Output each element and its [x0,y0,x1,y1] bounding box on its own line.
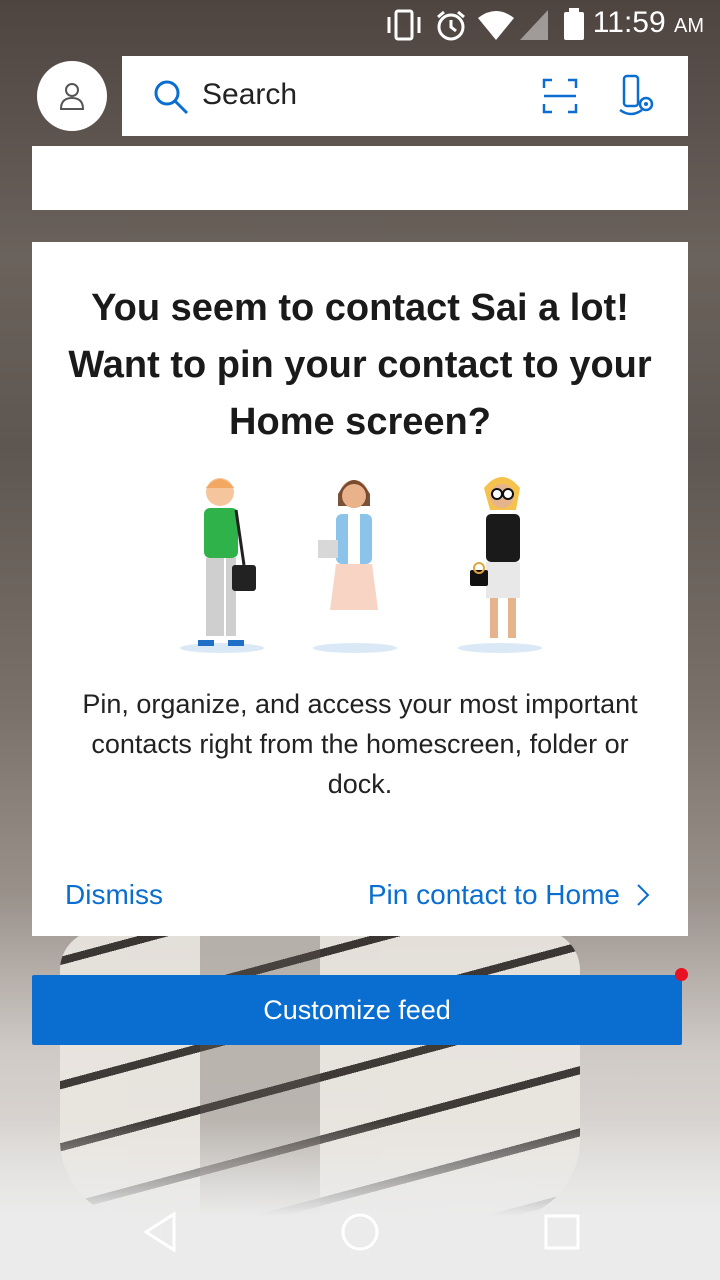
notification-dot [675,968,688,981]
pin-contact-label: Pin contact to Home [367,879,620,910]
recents-icon[interactable] [540,1210,584,1254]
person-icon [59,83,85,110]
voice-search-icon[interactable] [618,74,658,118]
status-bar: 11:59 AM [0,0,720,48]
alarm-icon [437,10,465,41]
signal-icon [520,10,548,40]
chevron-right-icon [637,884,650,906]
home-icon[interactable] [338,1210,382,1254]
card-title: You seem to contact Sai a lot! Want to p… [68,287,652,443]
search-icon [154,80,189,115]
battery-icon [564,8,584,40]
card-description: Pin, organize, and access your most impo… [82,689,638,799]
people-illustration [180,477,542,653]
pin-contact-card: You seem to contact Sai a lot! Want to p… [32,242,688,936]
clock: 11:59 AM [592,6,704,39]
vibrate-icon [387,9,421,41]
pin-contact-button[interactable]: Pin contact to Home [368,879,650,911]
dismiss-button[interactable]: Dismiss [65,879,163,911]
wifi-icon [478,11,514,40]
search-bar[interactable]: Search [122,56,688,136]
customize-feed-button[interactable]: Customize feed [32,975,682,1045]
back-icon[interactable] [140,1210,184,1254]
empty-card [32,146,688,210]
navigation-bar [0,1196,720,1280]
scan-icon[interactable] [542,78,578,114]
search-label: Search [202,78,298,111]
profile-avatar[interactable] [37,61,107,131]
